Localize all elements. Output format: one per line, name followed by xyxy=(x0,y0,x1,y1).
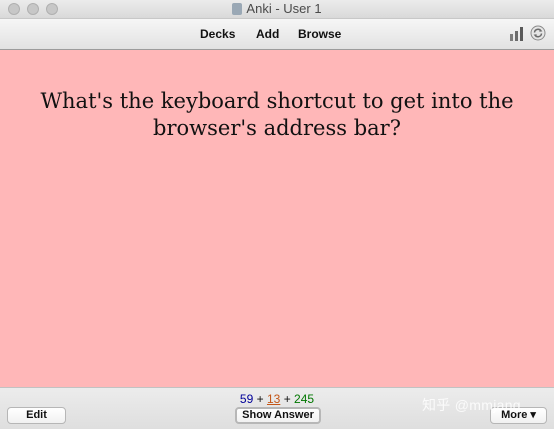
due-counts: 59 + 13 + 245 xyxy=(0,392,554,406)
add-link[interactable]: Add xyxy=(256,27,279,41)
window-title-text: Anki - User 1 xyxy=(246,1,322,16)
window-title: Anki - User 1 xyxy=(0,1,554,17)
stats-icon[interactable] xyxy=(509,27,525,41)
main-toolbar: Decks Add Browse xyxy=(0,19,554,50)
edit-button[interactable]: Edit xyxy=(7,407,66,424)
browse-link[interactable]: Browse xyxy=(298,27,341,41)
more-button[interactable]: More ▾ xyxy=(490,407,547,424)
card-view: What's the keyboard shortcut to get into… xyxy=(0,50,554,387)
decks-link[interactable]: Decks xyxy=(200,27,235,41)
more-button-label: More xyxy=(501,409,528,421)
show-answer-button[interactable]: Show Answer xyxy=(235,407,321,424)
sync-icon[interactable] xyxy=(530,25,546,41)
count-separator: + xyxy=(256,392,264,406)
learning-count: 13 xyxy=(266,392,281,406)
reviewer-bottom-bar: 59 + 13 + 245 Edit Show Answer More ▾ 知乎… xyxy=(0,387,554,429)
anki-app-icon xyxy=(232,3,243,15)
title-bar: Anki - User 1 xyxy=(0,0,554,19)
anki-window: Anki - User 1 Decks Add Browse What's th… xyxy=(0,0,554,429)
new-count: 59 xyxy=(239,392,254,406)
review-count: 245 xyxy=(294,392,315,406)
count-separator: + xyxy=(283,392,291,406)
chevron-down-icon: ▾ xyxy=(530,409,536,421)
card-question: What's the keyboard shortcut to get into… xyxy=(40,89,514,140)
